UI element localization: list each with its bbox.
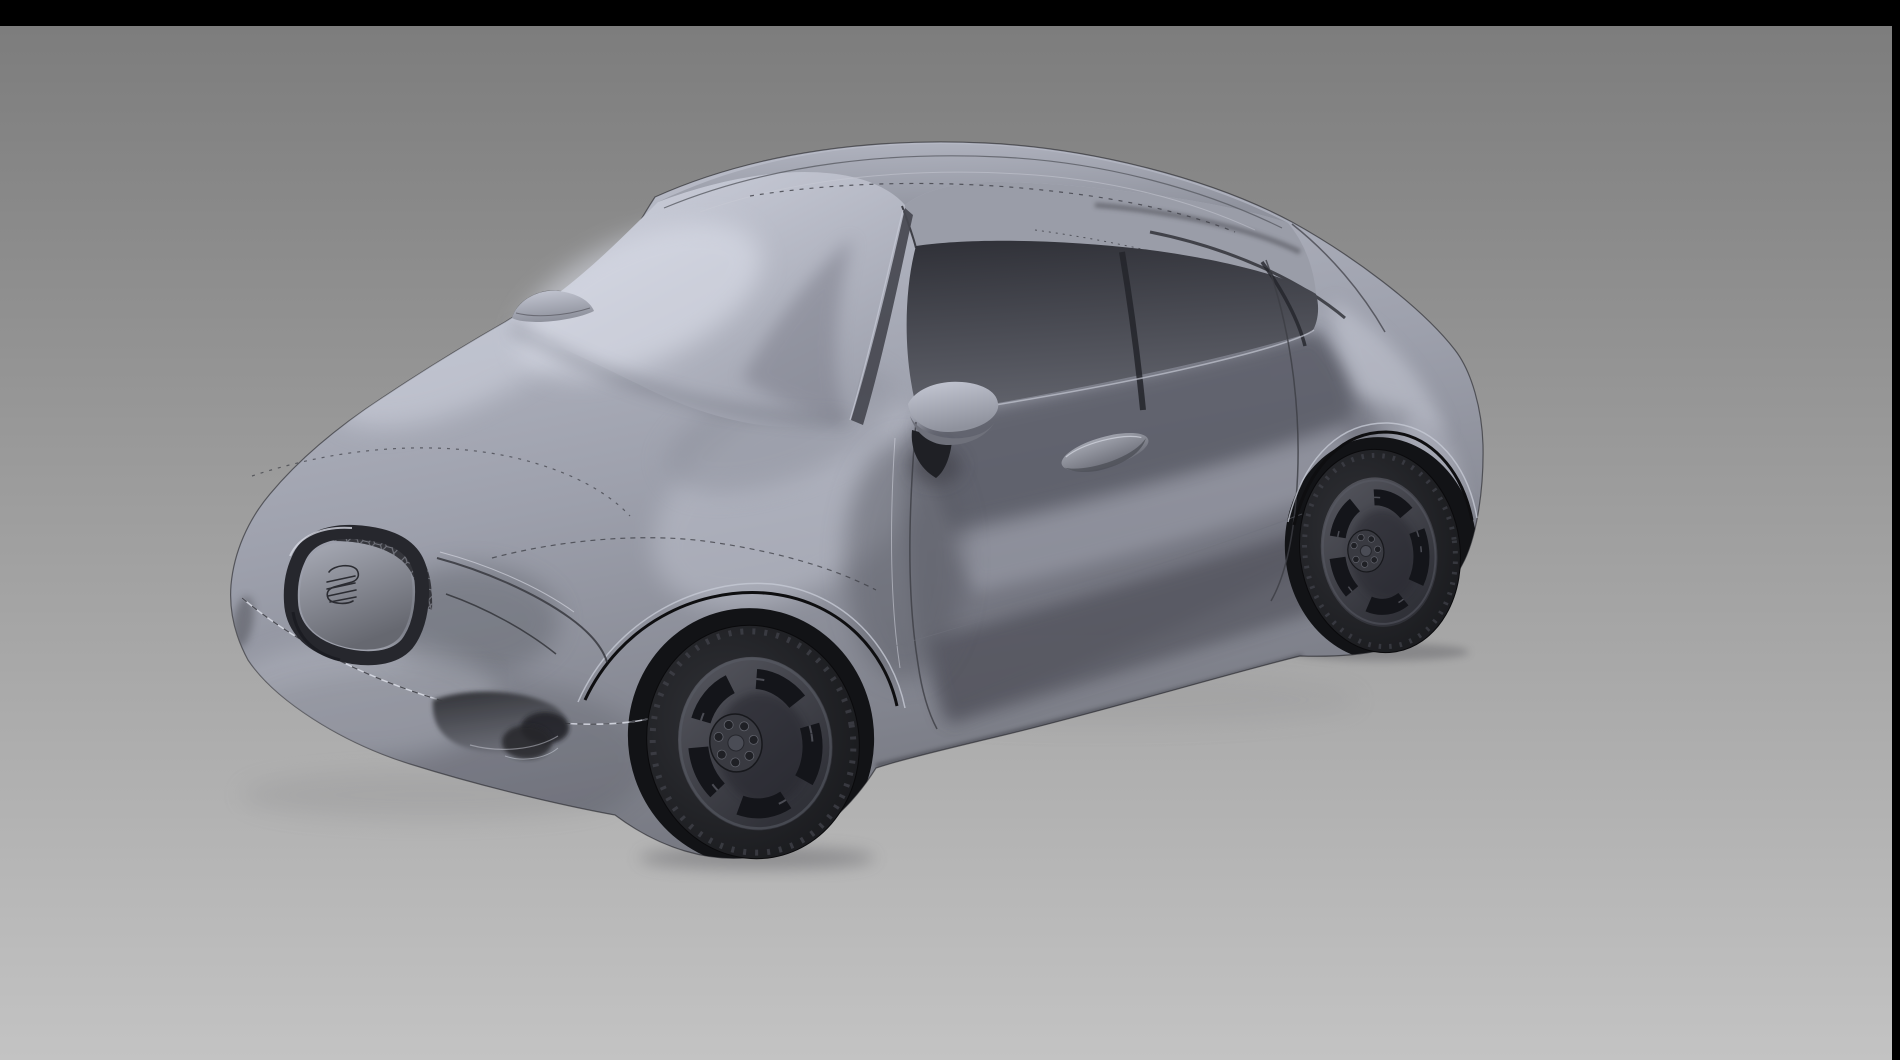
viewport-canvas[interactable] (0, 0, 1900, 1060)
window-top-bar (0, 0, 1900, 26)
cad-application-window (0, 0, 1900, 1060)
grille-plate (300, 542, 413, 650)
window-right-bar (1892, 0, 1900, 1060)
grille (290, 528, 432, 660)
